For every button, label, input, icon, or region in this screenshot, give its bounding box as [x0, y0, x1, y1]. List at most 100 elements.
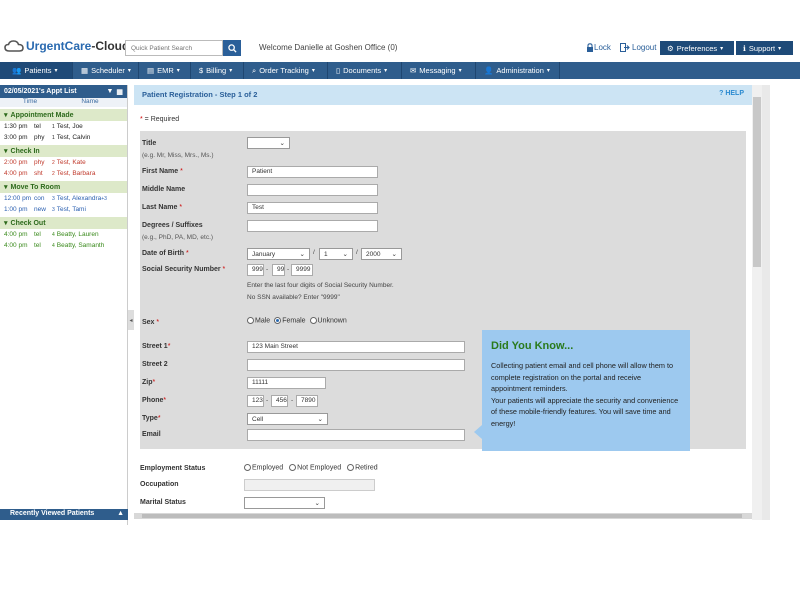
- group-move-to-room[interactable]: ▾ Move To Room: [0, 181, 127, 193]
- type-label: Type*: [142, 415, 161, 422]
- filter-icon[interactable]: ▼: [106, 88, 113, 96]
- phone-line-field[interactable]: 7890: [296, 395, 318, 407]
- app-logo[interactable]: UrgentCare-Cloud: [4, 39, 129, 53]
- page-title: Patient Registration - Step 1 of 2: [142, 90, 258, 99]
- chevron-down-icon: ⌄: [342, 251, 348, 258]
- appt-list-columns: Time Name: [0, 98, 127, 107]
- registration-form-area: Patient Registration - Step 1 of 2 ? HEL…: [134, 85, 752, 520]
- cloud-icon: [4, 39, 24, 53]
- phone-prefix-field[interactable]: 456: [271, 395, 288, 407]
- chevron-up-icon: ▲: [117, 510, 124, 517]
- chevron-down-icon: ⌄: [314, 500, 320, 507]
- appointment-list-panel: 02/05/2021's Appt List ▼ ▦ Time Name ▾ Ap…: [0, 85, 128, 525]
- vertical-scrollbar[interactable]: [752, 85, 762, 520]
- degrees-field[interactable]: [247, 220, 378, 232]
- preferences-button[interactable]: ⚙ Preferences ▾: [660, 41, 734, 55]
- chevron-left-icon: ◂: [129, 317, 133, 324]
- list-item[interactable]: 4:00 pm tel 4 Beatty, Samanth: [0, 240, 127, 251]
- lock-icon: [587, 43, 593, 52]
- lock-link[interactable]: Lock: [586, 43, 611, 52]
- did-you-know-tip: Did You Know... Collecting patient email…: [474, 330, 690, 451]
- help-link[interactable]: ? HELP: [719, 90, 744, 97]
- list-item[interactable]: 4:00 pm tel 4 Beatty, Lauren: [0, 229, 127, 240]
- nav-administration[interactable]: 👤 Administration ▾: [476, 62, 560, 79]
- email-field[interactable]: [247, 429, 465, 441]
- ssn-note-2: No SSN available? Enter "9999": [247, 294, 340, 301]
- middle-name-field[interactable]: [247, 184, 378, 196]
- dob-month-select[interactable]: January ⌄: [247, 248, 310, 260]
- phone-dash: -: [291, 397, 294, 404]
- quick-patient-search-input[interactable]: [125, 40, 223, 56]
- calendar-icon: ▦: [81, 66, 89, 75]
- sex-label: Sex *: [142, 319, 160, 326]
- nav-patients[interactable]: 👥 Patients ▾: [0, 62, 73, 79]
- logout-link[interactable]: Logout: [620, 43, 656, 52]
- nav-emr[interactable]: ▤ EMR ▾: [139, 62, 191, 79]
- main-nav: 👥 Patients ▾ ▦ Scheduler ▾ ▤ EMR ▾ $ Billing ▾ ⌕…: [0, 62, 800, 79]
- degrees-label: Degrees / Suffixes: [142, 222, 203, 229]
- employment-status-label: Employment Status: [140, 465, 206, 472]
- not-employed-radio[interactable]: Not Employed: [289, 464, 341, 471]
- zip-field[interactable]: 11111: [247, 377, 326, 389]
- street2-label: Street 2: [142, 361, 168, 368]
- marital-status-select[interactable]: ⌄: [244, 497, 325, 509]
- phone-area-field[interactable]: 123: [247, 395, 264, 407]
- envelope-icon: ✉: [410, 66, 417, 75]
- sex-female-radio[interactable]: Female: [274, 317, 306, 324]
- ssn-part1-field[interactable]: 999: [247, 264, 264, 276]
- dob-year-select[interactable]: 2000 ⌄: [361, 248, 402, 260]
- first-name-field[interactable]: Patient: [247, 166, 378, 178]
- logo-text: UrgentCare-Cloud: [26, 39, 130, 53]
- dob-separator: /: [356, 249, 358, 256]
- last-name-field[interactable]: Test: [247, 202, 378, 214]
- nav-scheduler[interactable]: ▦ Scheduler ▾: [73, 62, 139, 79]
- employment-radio-group: Employed Not Employed Retired: [244, 464, 378, 471]
- ssn-part3-field[interactable]: 9999: [291, 264, 313, 276]
- email-label: Email: [142, 431, 161, 438]
- user-icon: 👤: [484, 66, 494, 75]
- nav-order-tracking[interactable]: ⌕ Order Tracking ▾: [244, 62, 328, 79]
- horizontal-scrollbar[interactable]: [134, 513, 752, 519]
- ssn-dash: -: [287, 266, 290, 273]
- nav-billing[interactable]: $ Billing ▾: [191, 62, 244, 79]
- middle-name-label: Middle Name: [142, 186, 186, 193]
- group-check-in[interactable]: ▾ Check In: [0, 145, 127, 157]
- nav-messaging[interactable]: ✉ Messaging ▾: [402, 62, 476, 79]
- occupation-field[interactable]: [244, 479, 375, 491]
- phone-dash: -: [266, 397, 269, 404]
- support-button[interactable]: ℹ Support ▾: [736, 41, 793, 55]
- sex-unknown-radio[interactable]: Unknown: [309, 317, 347, 324]
- street1-field[interactable]: 123 Main Street: [247, 341, 465, 353]
- appt-list-title: 02/05/2021's Appt List: [4, 88, 77, 95]
- street2-field[interactable]: [247, 359, 465, 371]
- list-item[interactable]: 3:00 pm phy 1 Test, Calvin: [0, 132, 127, 143]
- marital-status-label: Marital Status: [140, 499, 186, 506]
- list-item[interactable]: 12:00 pm con 3 Test, Alexandra +3: [0, 193, 127, 204]
- chevron-down-icon: ⌄: [391, 251, 397, 258]
- list-item[interactable]: 1:00 pm new 3 Test, Tami: [0, 204, 127, 215]
- list-item[interactable]: 4:00 pm sht 2 Test, Barbara: [0, 168, 127, 179]
- dob-day-select[interactable]: 1 ⌄: [319, 248, 353, 260]
- triangle-down-icon: ▾: [4, 184, 8, 191]
- col-time: Time: [22, 98, 38, 105]
- employed-radio[interactable]: Employed: [244, 464, 283, 471]
- title-select[interactable]: ⌄: [247, 137, 290, 149]
- phone-type-select[interactable]: Cell ⌄: [247, 413, 328, 425]
- list-item[interactable]: 2:00 pm phy 2 Test, Kate: [0, 157, 127, 168]
- group-check-out[interactable]: ▾ Check Out: [0, 217, 127, 229]
- title-label: Title: [142, 140, 157, 147]
- retired-radio[interactable]: Retired: [347, 464, 378, 471]
- tip-body: Collecting patient email and cell phone …: [491, 361, 679, 428]
- ssn-note: Enter the last four digits of Social Sec…: [247, 282, 394, 289]
- group-appointment-made[interactable]: ▾ Appointment Made: [0, 109, 127, 121]
- search-button[interactable]: [223, 40, 241, 56]
- sex-male-radio[interactable]: Male: [247, 317, 270, 324]
- degrees-hint: (e.g., PhD, PA, MD, etc.): [142, 234, 214, 241]
- nav-documents[interactable]: ▯ Documents ▾: [328, 62, 402, 79]
- ssn-part2-field[interactable]: 99: [272, 264, 285, 276]
- calendar-icon[interactable]: ▦: [116, 88, 123, 96]
- welcome-message: Welcome Danielle at Goshen Office (0): [259, 43, 398, 52]
- list-item[interactable]: 1:30 pm tel 1 Test, Joe: [0, 121, 127, 132]
- chevron-down-icon: ▾: [720, 45, 724, 52]
- recently-viewed-patients-bar[interactable]: Recently Viewed Patients ▲: [0, 509, 128, 520]
